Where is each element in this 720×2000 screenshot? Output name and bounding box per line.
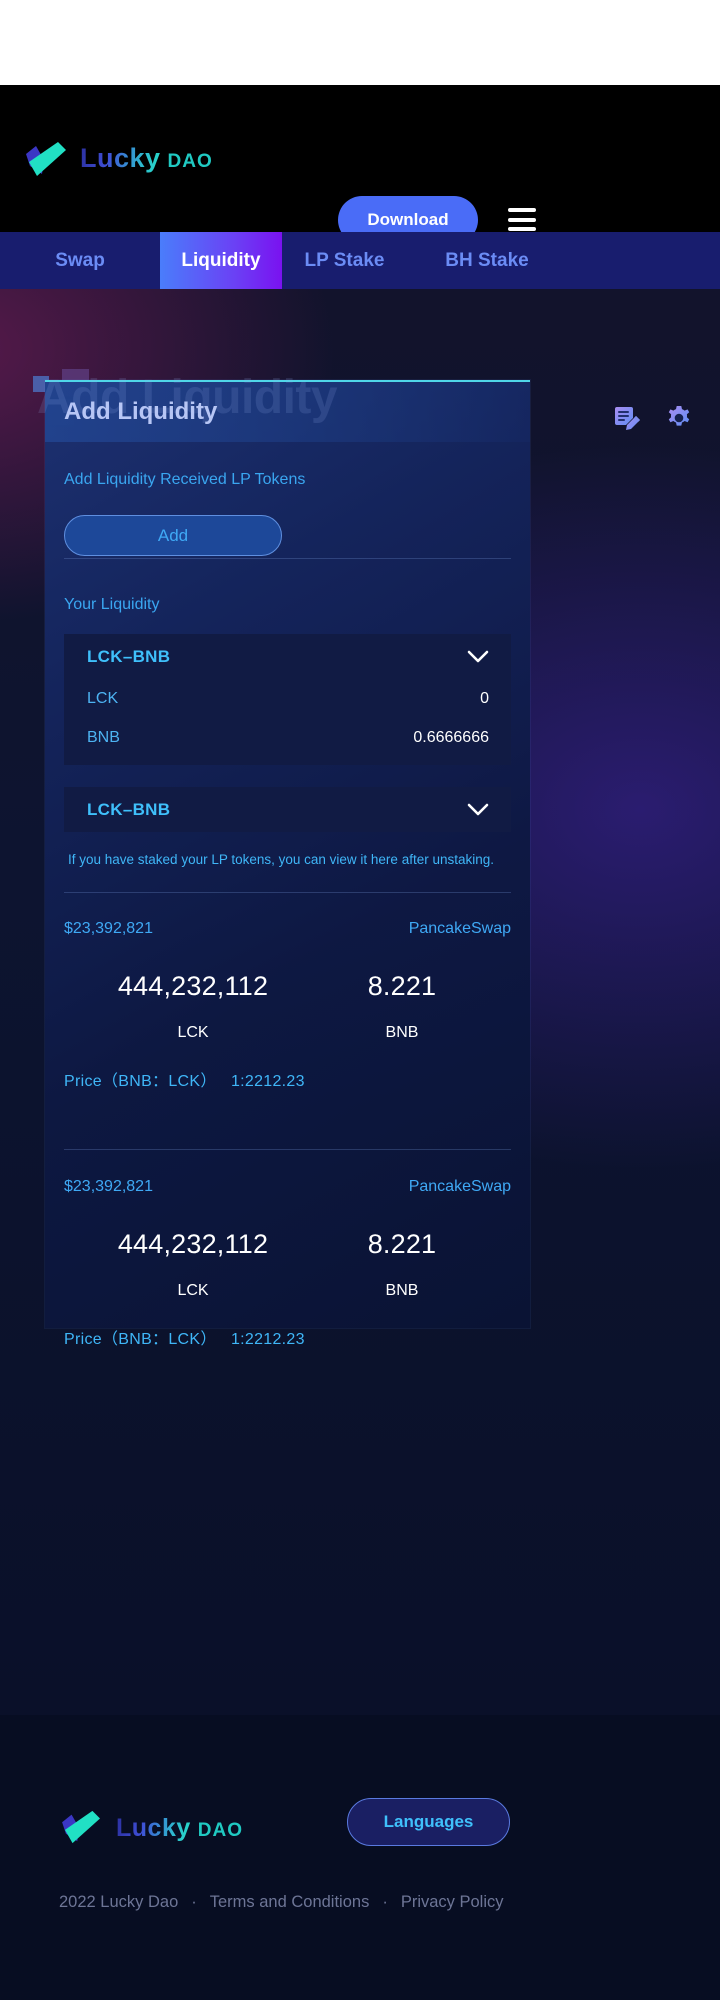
hamburger-menu-icon[interactable]: [508, 208, 536, 231]
site-footer: Lucky DAO Languages 2022 Lucky Dao · Ter…: [0, 1715, 720, 2000]
check-mark-logo-icon: [24, 140, 70, 178]
unstake-hint: If you have staked your LP tokens, you c…: [68, 852, 494, 867]
liquidity-pair-card-1: LCK–BNB LCK 0 BNB 0.6666666: [64, 634, 511, 765]
pool-price-line: Price（BNB：LCK） 1:2212.23: [64, 1325, 511, 1349]
divider-mid: [64, 892, 511, 893]
privacy-link[interactable]: Privacy Policy: [401, 1893, 504, 1912]
footer-logo-lucky-text: Lucky: [116, 1813, 191, 1842]
liquidity-pair-card-2: LCK–BNB: [64, 787, 511, 832]
site-header: Lucky DAO Download: [0, 85, 720, 244]
pool-usd-value: $23,392,821: [64, 920, 153, 937]
logo-lucky-text: Lucky: [80, 143, 161, 173]
pool-token-b-amount: 8.221: [367, 1229, 437, 1259]
pool-token-b-amount: 8.221: [367, 971, 437, 1001]
add-button[interactable]: Add: [64, 515, 282, 556]
header-logo[interactable]: Lucky DAO: [24, 140, 213, 178]
gear-icon[interactable]: [664, 404, 694, 434]
footer-links: 2022 Lucky Dao · Terms and Conditions · …: [59, 1893, 504, 1912]
pool-price-line: Price（BNB：LCK） 1:2212.23: [64, 1067, 511, 1091]
pool-token-a: 444,232,112 LCK: [64, 1229, 322, 1300]
pair-token-amount: 0: [480, 689, 489, 707]
footer-separator: ·: [191, 1893, 197, 1911]
divider-top: [64, 558, 511, 559]
card-action-icons: [612, 404, 694, 434]
tab-bh-stake[interactable]: BH Stake: [407, 232, 567, 289]
card-subtitle: Add Liquidity Received LP Tokens: [64, 471, 306, 488]
pair-header-1[interactable]: LCK–BNB: [64, 634, 511, 679]
pool-token-b: 8.221 BNB: [322, 971, 482, 1042]
pool-token-b-symbol: BNB: [385, 1282, 419, 1299]
pair-token-amount: 0.6666666: [413, 728, 489, 746]
pool-exchange-name[interactable]: PancakeSwap: [409, 1178, 511, 1196]
pool-amounts: 444,232,112 LCK 8.221 BNB: [64, 971, 511, 1042]
page-title: Add Liquidity: [64, 398, 218, 425]
pool-token-b: 8.221 BNB: [322, 1229, 482, 1300]
pair-token-row: LCK 0: [64, 679, 511, 718]
your-liquidity-label: Your Liquidity: [64, 596, 160, 613]
pair-name-2: LCK–BNB: [87, 799, 171, 819]
pool-price-value: 1:2212.23: [230, 1331, 305, 1348]
pool-token-a-amount: 444,232,112: [117, 1229, 269, 1259]
pool-token-a: 444,232,112 LCK: [64, 971, 322, 1042]
footer-separator: ·: [382, 1893, 388, 1911]
tab-liquidity[interactable]: Liquidity: [160, 232, 282, 289]
pool-price-label: Price（BNB：LCK）: [64, 1331, 217, 1348]
divider-bottom: [64, 1149, 511, 1150]
tab-swap[interactable]: Swap: [0, 232, 160, 289]
pool-exchange-name[interactable]: PancakeSwap: [409, 920, 511, 938]
main-nav: Swap Liquidity LP Stake BH Stake: [0, 232, 720, 289]
pool-stats-2: $23,392,821 PancakeSwap 444,232,112 LCK …: [64, 1178, 511, 1349]
languages-button[interactable]: Languages: [347, 1798, 510, 1846]
pair-token-symbol: LCK: [87, 689, 119, 707]
pool-stats-header: $23,392,821 PancakeSwap: [64, 920, 511, 938]
copyright-text: 2022 Lucky Dao: [59, 1893, 179, 1911]
card-header: Add Liquidity Add Liquidity: [37, 371, 530, 442]
pool-token-a-amount: 444,232,112: [117, 971, 269, 1001]
pair-header-2[interactable]: LCK–BNB: [64, 787, 511, 832]
footer-logo[interactable]: Lucky DAO: [60, 1809, 243, 1847]
pool-price-value: 1:2212.23: [230, 1073, 305, 1090]
pool-stats-header: $23,392,821 PancakeSwap: [64, 1178, 511, 1196]
footer-logo-wordmark: Lucky DAO: [116, 1814, 243, 1843]
app-root: Lucky DAO Download Swap Liquidity LP Sta…: [0, 0, 720, 2000]
pair-token-row: BNB 0.6666666: [64, 718, 511, 757]
pair-token-symbol: BNB: [87, 728, 120, 746]
pool-usd-value: $23,392,821: [64, 1178, 153, 1195]
pool-price-label: Price（BNB：LCK）: [64, 1073, 217, 1090]
chevron-down-icon[interactable]: [467, 650, 489, 663]
footer-logo-dao-text: DAO: [197, 1819, 243, 1841]
logo-dao-text: DAO: [167, 151, 213, 172]
pool-token-b-symbol: BNB: [385, 1024, 419, 1041]
check-mark-logo-icon: [60, 1809, 106, 1847]
top-blank-strip: [0, 0, 720, 85]
add-liquidity-card: Add Liquidity Add Liquidity Add Liquidit…: [37, 371, 530, 1348]
pair-name-1: LCK–BNB: [87, 646, 171, 666]
pool-token-a-symbol: LCK: [177, 1024, 209, 1041]
chevron-down-icon[interactable]: [467, 803, 489, 816]
pool-stats-1: $23,392,821 PancakeSwap 444,232,112 LCK …: [64, 920, 511, 1091]
tab-lp-stake[interactable]: LP Stake: [282, 232, 407, 289]
note-edit-icon[interactable]: [612, 404, 642, 434]
logo-wordmark: Lucky DAO: [80, 143, 213, 174]
pool-amounts: 444,232,112 LCK 8.221 BNB: [64, 1229, 511, 1300]
terms-link[interactable]: Terms and Conditions: [210, 1893, 370, 1912]
pool-token-a-symbol: LCK: [177, 1282, 209, 1299]
